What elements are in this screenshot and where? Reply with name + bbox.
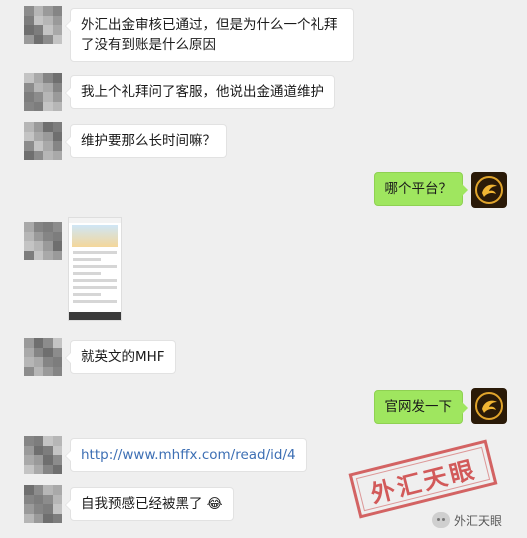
message-bubble[interactable]: http://www.mhffx.com/read/id/4 <box>65 438 307 472</box>
sender-avatar[interactable] <box>24 6 62 44</box>
sender-avatar[interactable] <box>24 436 62 474</box>
message-bubble[interactable]: 维护要那么长时间嘛？ <box>65 124 227 158</box>
eagle-logo-icon <box>475 392 503 420</box>
wechat-icon <box>432 512 450 528</box>
message-bubble[interactable]: 就英文的MHF <box>65 340 176 374</box>
my-avatar[interactable] <box>471 388 507 424</box>
my-message-bubble[interactable]: 哪个平台？ <box>373 172 468 206</box>
message-text: 外汇出金审核已通过，但是为什么一个礼拜了没有到账是什么原因 <box>81 17 338 53</box>
eagle-logo-icon <box>475 176 503 204</box>
screenshot-image-thumbnail[interactable] <box>68 217 122 321</box>
message-text: 官网发一下 <box>384 399 453 415</box>
stamp-text: 外汇天眼 <box>367 453 480 509</box>
message-text: 哪个平台？ <box>384 181 453 197</box>
sender-avatar[interactable] <box>24 485 62 523</box>
sender-avatar[interactable] <box>24 122 62 160</box>
url-link[interactable]: http://www.mhffx.com/read/id/4 <box>81 447 296 463</box>
message-bubble[interactable]: 我上个礼拜问了客服，他说出金通道维护 <box>65 75 335 109</box>
message-bubble[interactable]: 外汇出金审核已通过，但是为什么一个礼拜了没有到账是什么原因 <box>65 8 354 62</box>
message-text: 我上个礼拜问了客服，他说出金通道维护 <box>81 84 324 100</box>
message-text: 就英文的MHF <box>81 349 165 365</box>
my-avatar[interactable] <box>471 172 507 208</box>
account-watermark: 外汇天眼 <box>432 510 502 530</box>
my-message-bubble[interactable]: 官网发一下 <box>373 390 468 424</box>
account-name: 外汇天眼 <box>454 513 503 528</box>
laughing-emoji-icon: 😂 <box>206 496 223 512</box>
sender-avatar[interactable] <box>24 222 62 260</box>
sender-avatar[interactable] <box>24 338 62 376</box>
message-text: 维护要那么长时间嘛？ <box>81 133 216 149</box>
sender-avatar[interactable] <box>24 73 62 111</box>
message-bubble[interactable]: 自我预感已经被黑了 😂 <box>65 487 234 521</box>
message-text: 自我预感已经被黑了 <box>81 496 203 512</box>
watermark-stamp: 外汇天眼 <box>348 439 498 519</box>
